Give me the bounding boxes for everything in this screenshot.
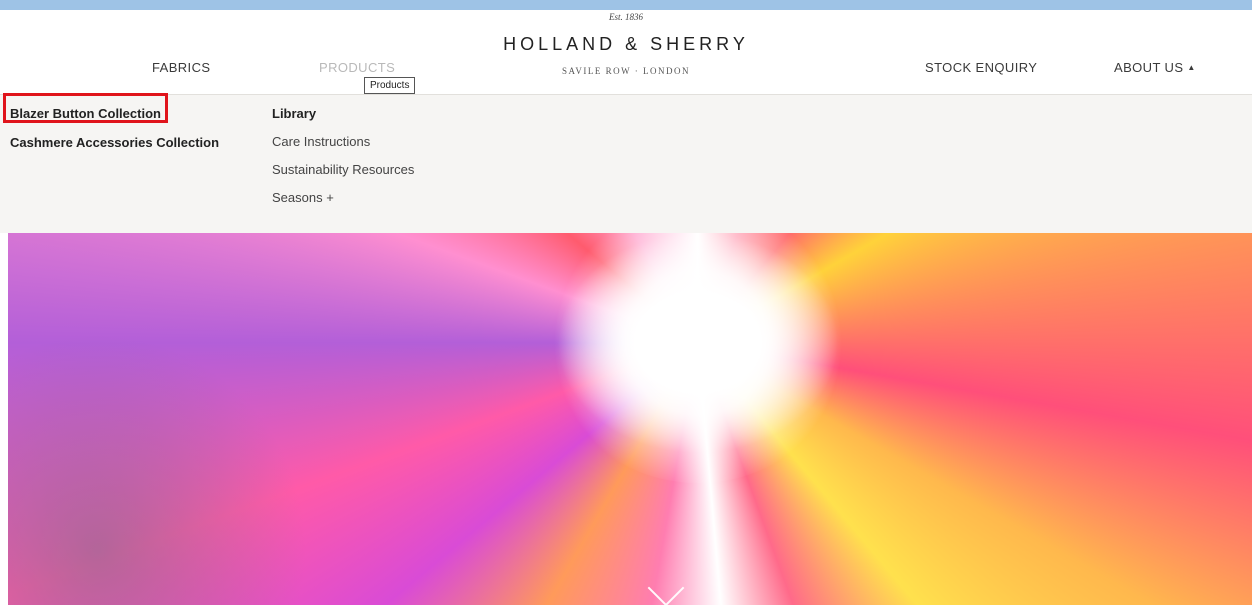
page-frame: Est. 1836 HOLLAND & SHERRY SAVILE ROW · …: [0, 10, 1252, 605]
hero-shadow: [8, 333, 308, 605]
nav-about-us[interactable]: ABOUT US ▲: [1114, 60, 1196, 75]
menu-item-library[interactable]: Library: [272, 106, 414, 121]
menu-item-cashmere-accessories-collection[interactable]: Cashmere Accessories Collection: [10, 135, 219, 150]
nav-fabrics[interactable]: FABRICS: [152, 60, 210, 75]
dropdown-column-collections: Blazer Button Collection Cashmere Access…: [3, 93, 219, 164]
nav-products[interactable]: PRODUCTS: [319, 60, 395, 75]
hero-burst: [548, 233, 848, 483]
menu-item-blazer-button-collection[interactable]: Blazer Button Collection: [3, 93, 219, 123]
menu-item-care-instructions[interactable]: Care Instructions: [272, 134, 414, 149]
hero-image: [8, 233, 1252, 605]
menu-item-sustainability-resources[interactable]: Sustainability Resources: [272, 162, 414, 177]
nav-about-us-label: ABOUT US: [1114, 60, 1184, 75]
nav-stock-enquiry[interactable]: STOCK ENQUIRY: [925, 60, 1037, 75]
chevron-down-icon[interactable]: [647, 569, 685, 605]
products-tooltip: Products: [364, 77, 416, 94]
site-header: Est. 1836 HOLLAND & SHERRY SAVILE ROW · …: [0, 10, 1252, 95]
logo-established: Est. 1836: [608, 12, 643, 22]
caret-up-icon: ▲: [1187, 63, 1196, 72]
highlight-box: [3, 93, 168, 123]
products-dropdown-menu: Blazer Button Collection Cashmere Access…: [0, 93, 1252, 233]
dropdown-column-resources: Library Care Instructions Sustainability…: [272, 106, 414, 218]
logo-wordmark[interactable]: HOLLAND & SHERRY: [0, 34, 1252, 55]
menu-item-seasons[interactable]: Seasons +: [272, 190, 414, 205]
